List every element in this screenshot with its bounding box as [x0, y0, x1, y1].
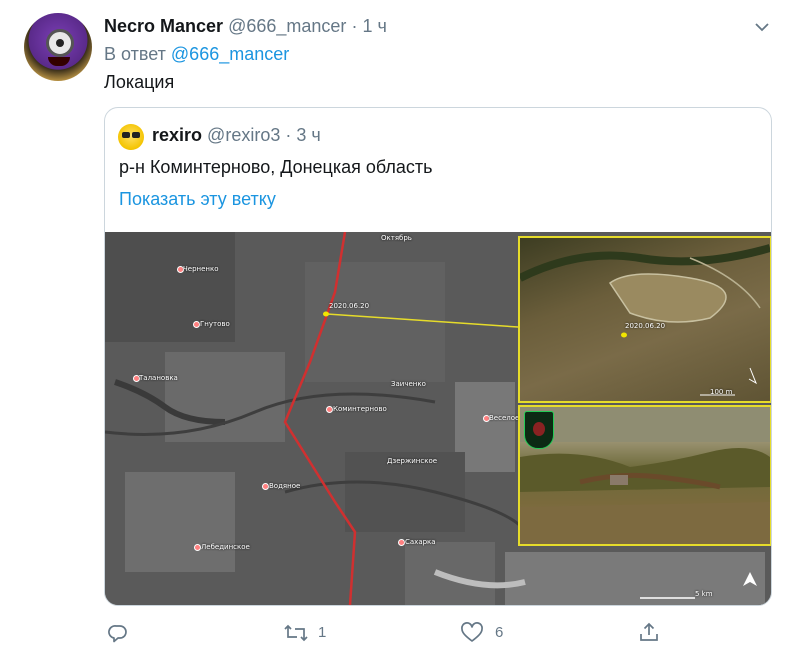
- map-point: [262, 483, 269, 490]
- map-label-veseloe: Веселое: [489, 414, 520, 422]
- avatar-eye: [46, 29, 74, 57]
- inset-closeup-satellite: 2020.06.20 100 m: [518, 236, 771, 403]
- inset-marker-date: 2020.06.20: [625, 322, 666, 330]
- quoted-tweet[interactable]: rexiro @rexiro3 · 3 ч р-н Коминтерново, …: [104, 107, 772, 606]
- map-label-chernenko: Черненко: [183, 265, 219, 273]
- author-avatar[interactable]: [24, 13, 92, 81]
- like-icon[interactable]: [460, 622, 484, 644]
- map-label-gnutovo: Гнутово: [200, 320, 230, 328]
- map-label-zaichenko: Заиченко: [391, 380, 426, 388]
- quoted-author-handle[interactable]: @rexiro3: [207, 125, 280, 145]
- inset-scale-label: 100 m: [710, 388, 733, 396]
- map-label-lebedinskoe: Лебединское: [201, 543, 250, 551]
- quoted-separator: ·: [285, 125, 292, 145]
- map-label-vodyanoe: Водяное: [269, 482, 301, 490]
- quoted-text: р-н Коминтерново, Донецкая область: [119, 157, 433, 177]
- map-point: [193, 321, 200, 328]
- share-icon[interactable]: [638, 621, 660, 643]
- author-name[interactable]: Necro Mancer: [104, 16, 223, 36]
- reply-icon[interactable]: [107, 622, 129, 644]
- map-point: [398, 539, 405, 546]
- avatar-mouth: [48, 57, 70, 66]
- retweet-count: 1: [318, 624, 327, 641]
- map-scale-label: 5 km: [695, 590, 713, 598]
- inset-closeup-drawing: [520, 244, 770, 396]
- map-point: [194, 544, 201, 551]
- reply-to-link[interactable]: @666_mancer: [171, 44, 289, 64]
- chevron-down-icon[interactable]: [753, 18, 771, 36]
- inset-ground-photo: [518, 405, 771, 546]
- retweet-icon[interactable]: [283, 622, 309, 644]
- satellite-map-image[interactable]: Октябрь Черненко Гнутово Талановка Заиче…: [105, 232, 771, 605]
- quoted-author-name[interactable]: rexiro: [152, 125, 202, 145]
- map-label-kominternovo: Коминтерново: [333, 405, 387, 413]
- tweet-header: Necro Mancer @666_mancer · 1 ч: [104, 16, 387, 37]
- reply-context: В ответ @666_mancer: [104, 44, 289, 65]
- quoted-time[interactable]: 3 ч: [296, 125, 320, 145]
- map-label-saharka: Сахарка: [405, 538, 436, 546]
- like-count: 6: [495, 624, 504, 641]
- tweet-text: Локация: [104, 72, 175, 92]
- show-thread-link[interactable]: Показать эту ветку: [119, 189, 276, 210]
- map-marker-date: 2020.06.20: [329, 302, 370, 310]
- map-label-dzerzhinskoe: Дзержинское: [387, 457, 438, 465]
- quoted-header: rexiro @rexiro3 · 3 ч: [152, 125, 321, 146]
- inset-photo-drawing: [520, 407, 770, 544]
- header-separator: ·: [351, 16, 358, 36]
- quoted-avatar[interactable]: [118, 124, 144, 150]
- reply-prefix: В ответ: [104, 44, 166, 64]
- map-label-talanovka: Талановка: [139, 374, 178, 382]
- tweet-time[interactable]: 1 ч: [362, 16, 386, 36]
- author-handle[interactable]: @666_mancer: [228, 16, 346, 36]
- military-emblem-icon: [524, 411, 554, 449]
- map-label-oktyabr: Октябрь: [381, 234, 412, 242]
- map-point: [326, 406, 333, 413]
